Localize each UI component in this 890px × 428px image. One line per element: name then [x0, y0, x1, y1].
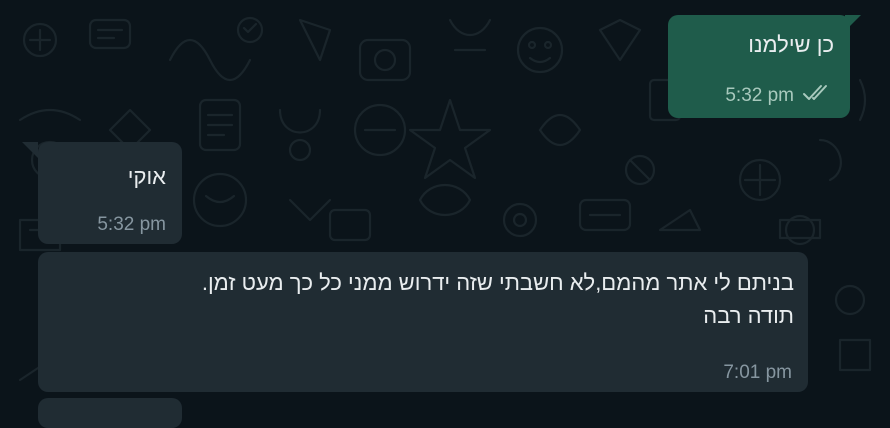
message-bubble-outgoing[interactable]: כן שילמנו 5:32 pm: [668, 15, 850, 118]
message-text: אוקי: [127, 164, 166, 189]
message-bubble-incoming[interactable]: בניתם לי אתר מהמם,לא חשבתי שזה ידרוש ממנ…: [38, 252, 808, 392]
double-check-icon: [802, 84, 832, 108]
message-text: בניתם לי אתר מהמם,לא חשבתי שזה ידרוש ממנ…: [201, 270, 794, 328]
message-time: 5:32 pm: [97, 214, 166, 235]
bubble-tail: [22, 142, 38, 158]
message-bubble-incoming-partial[interactable]: [38, 398, 182, 428]
message-meta: 7:01 pm: [723, 362, 792, 384]
message-bubble-incoming[interactable]: אוקי 5:32 pm: [38, 142, 182, 244]
message-meta: 5:32 pm: [725, 84, 832, 108]
message-time: 7:01 pm: [723, 362, 792, 383]
message-text: כן שילמנו: [748, 32, 834, 57]
message-meta: 5:32 pm: [97, 214, 166, 236]
message-time: 5:32 pm: [725, 85, 794, 106]
